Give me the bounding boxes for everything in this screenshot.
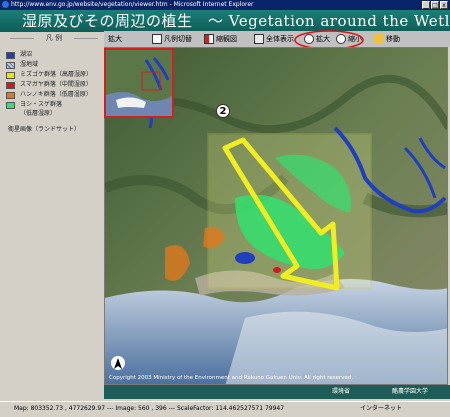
callout-marker-2: 2 bbox=[216, 104, 230, 118]
legend-item-reed-sedge: ヨシ・スゲ群落 bbox=[6, 100, 102, 110]
legend-item-sublabel: （低層湿原） bbox=[20, 110, 57, 117]
legend-item-label: 湿地域 bbox=[20, 61, 39, 68]
legend-title: 凡 例 bbox=[6, 32, 102, 44]
university-logo-text: 酪農学園大学 bbox=[392, 388, 429, 395]
ministry-logo-text: 環境省 bbox=[332, 388, 351, 395]
lake-swatch-icon bbox=[6, 51, 15, 59]
overview-thumbnail-map bbox=[106, 50, 172, 116]
alder-swatch-icon bbox=[6, 91, 15, 99]
legend-item-sphagnum: ミズゴケ群落（高層湿原） bbox=[6, 70, 102, 80]
window-title: http://www.env.go.jp/website/vegetation/… bbox=[11, 1, 254, 8]
browser-icon bbox=[2, 1, 9, 8]
close-button[interactable]: x bbox=[440, 1, 448, 9]
status-zone: インターネット bbox=[360, 405, 403, 412]
map-copyright: Copyright 2003 Ministry of the Environme… bbox=[109, 375, 354, 381]
overview-thumbnail[interactable] bbox=[104, 48, 174, 118]
legend-item-label: 湖沼 bbox=[20, 51, 33, 58]
sphagnum-swatch-icon bbox=[6, 71, 15, 79]
legend-item-label: ミズゴケ群落（高層湿原） bbox=[20, 71, 93, 78]
maximize-button[interactable]: □ bbox=[431, 1, 439, 9]
legend-item-alder: ハンノキ群落（低層湿原） bbox=[6, 90, 102, 100]
legend-item-sumagaya: スマガヤ群落（中間湿原） bbox=[6, 80, 102, 90]
legend-item-wetland-area: 湿地域 bbox=[6, 60, 102, 70]
wetland-area-swatch-icon bbox=[6, 61, 15, 69]
minimize-button[interactable]: _ bbox=[422, 1, 430, 9]
page-header: 湿原及びその周辺の植生 ～ Vegetation around the Wetl… bbox=[0, 10, 450, 32]
reed-sedge-swatch-icon bbox=[6, 101, 15, 109]
browser-status-bar: Map: 803352.73 , 4772629.97 --- Image: 5… bbox=[0, 401, 450, 417]
legend-panel: 湖沼 湿地域 ミズゴケ群落（高層湿原） スマガヤ群落（中間湿原） ハンノキ群落（… bbox=[6, 50, 102, 133]
map-toolbar: 拡大 凡例切替 縮観図 全体表示 拡大 縮小 移動 bbox=[104, 30, 450, 50]
footer-bar: 環境省 酪農学園大学 bbox=[104, 385, 450, 399]
sumagaya-swatch-icon bbox=[6, 81, 15, 89]
window-title-bar: http://www.env.go.jp/website/vegetation/… bbox=[0, 0, 450, 10]
satellite-image-label: 衛星画像（ランドサット） bbox=[8, 126, 81, 133]
status-map-coordinates: Map: 803352.73 , 4772629.97 --- Image: 5… bbox=[14, 405, 285, 412]
window-controls: _ □ x bbox=[421, 1, 448, 10]
legend-item-label: スマガヤ群落（中間湿原） bbox=[20, 81, 92, 88]
legend-item-lake: 湖沼 bbox=[6, 50, 102, 60]
legend-item-label: ハンノキ群落（低層湿原） bbox=[20, 91, 92, 98]
legend-item-label: ヨシ・スゲ群落 bbox=[20, 101, 63, 108]
north-arrow-icon bbox=[111, 356, 125, 370]
zoom-highlight-ellipse bbox=[294, 30, 364, 50]
page-title: 湿原及びその周辺の植生 ～ Vegetation around the Wetl… bbox=[22, 12, 450, 30]
